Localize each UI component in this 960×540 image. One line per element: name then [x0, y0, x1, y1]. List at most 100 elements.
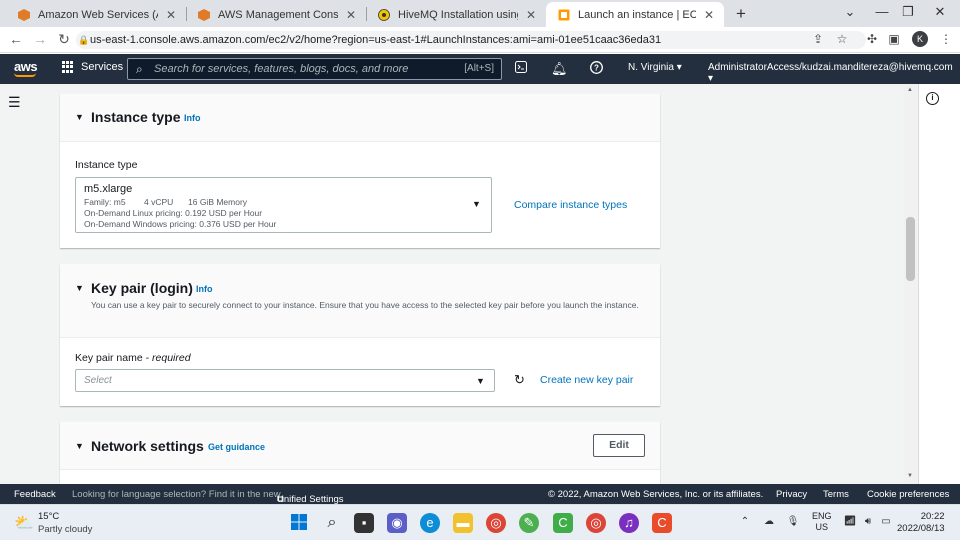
aws-logo-text: aws [14, 59, 38, 74]
tab-title: Amazon Web Services (AWS) [38, 8, 158, 21]
sidepanel-icon[interactable]: ▣ [886, 32, 902, 46]
search-input[interactable] [154, 61, 454, 77]
input-language[interactable]: ENG US [812, 511, 832, 533]
scroll-up-icon[interactable]: ▲ [907, 87, 913, 93]
cloudshell-icon[interactable] [513, 61, 529, 76]
privacy-link[interactable]: Privacy [776, 489, 807, 500]
system-clock[interactable]: 20:22 2022/08/13 [897, 511, 945, 535]
panel-title: Key pair (login) [91, 280, 193, 296]
required-label: required [152, 352, 191, 364]
chrome-icon[interactable]: ◎ [486, 513, 506, 533]
network-settings-panel: ▼ Network settings Get guidance Edit [60, 422, 660, 484]
aws-search-box[interactable]: ⌕ [Alt+S] [127, 58, 502, 80]
svg-text:?: ? [594, 64, 599, 73]
key-pair-name-label: Key pair name - required [75, 352, 191, 364]
region-selector[interactable]: N. Virginia ▾ [628, 62, 682, 73]
partly-cloudy-icon[interactable]: ⛅ [14, 513, 34, 533]
share-icon[interactable]: ⇪ [810, 32, 826, 46]
scrollbar-thumb[interactable] [906, 217, 915, 281]
collapse-caret-icon[interactable]: ▼ [75, 441, 84, 451]
terms-link[interactable]: Terms [823, 489, 849, 500]
window-close-icon[interactable]: ✕ [932, 4, 948, 20]
tray-overflow-icon[interactable]: ⌃ [738, 516, 752, 527]
refresh-icon[interactable]: ↻ [514, 372, 525, 388]
camtasia-recorder-icon[interactable]: C [652, 513, 672, 533]
file-explorer-icon[interactable]: ▬ [453, 513, 473, 533]
services-menu-button[interactable]: Services [62, 61, 123, 73]
notifications-bell-icon[interactable]: 🔔︎ [551, 61, 568, 77]
linux-pricing: On-Demand Linux pricing: 0.192 USD per H… [84, 208, 263, 218]
clock-date: 2022/08/13 [897, 523, 945, 534]
instance-type-label: Instance type [75, 159, 138, 171]
windows-start-icon[interactable] [289, 513, 309, 533]
info-link[interactable]: Info [196, 284, 213, 294]
network-settings-header[interactable]: ▼ Network settings Get guidance Edit [60, 422, 660, 470]
get-guidance-link[interactable]: Get guidance [208, 442, 265, 452]
page-scrollbar[interactable]: ▲ ▼ [904, 84, 917, 484]
onedrive-cloud-icon[interactable]: ☁ [762, 516, 776, 527]
volume-icon[interactable]: 🔊︎ [861, 516, 875, 527]
back-arrow-icon[interactable]: ← [8, 31, 24, 47]
close-icon[interactable]: ✕ [524, 8, 538, 22]
tab-management-console[interactable]: AWS Management Console ✕ [186, 2, 366, 27]
close-icon[interactable]: ✕ [164, 8, 178, 22]
close-icon[interactable]: ✕ [702, 8, 716, 22]
tab-title: HiveMQ Installation using Amaz [398, 8, 518, 21]
wifi-icon[interactable]: 📶︎ [843, 516, 857, 527]
audio-app-icon[interactable]: ♫ [619, 513, 639, 533]
browser-menu-icon[interactable]: ⋮ [938, 32, 954, 46]
info-panel-icon[interactable]: i [926, 92, 939, 105]
hamburger-menu-icon[interactable]: ☰ [8, 94, 21, 111]
region-code: US [815, 522, 829, 532]
create-new-key-pair-link[interactable]: Create new key pair [540, 374, 633, 386]
key-pair-select[interactable]: Select ▼ [75, 369, 495, 392]
extensions-puzzle-icon[interactable]: ✣ [864, 32, 880, 46]
profile-avatar[interactable]: K [912, 31, 928, 47]
compare-instance-types-link[interactable]: Compare instance types [514, 199, 627, 211]
battery-icon[interactable]: ▭ [879, 516, 893, 527]
main-content: ☰ ▼ Instance type Info Instance type m5.… [0, 84, 946, 484]
new-tab-button[interactable]: + [733, 4, 749, 24]
tab-hivemq-installation[interactable]: HiveMQ Installation using Amaz ✕ [366, 2, 546, 27]
collapse-caret-icon[interactable]: ▼ [75, 283, 84, 293]
instance-type-panel: ▼ Instance type Info Instance type m5.xl… [60, 94, 660, 248]
aws-cube-icon [198, 8, 210, 21]
scroll-down-icon[interactable]: ▼ [907, 473, 913, 479]
instance-type-header[interactable]: ▼ Instance type Info [60, 94, 660, 142]
feedback-link[interactable]: Feedback [14, 489, 56, 500]
task-view-icon[interactable]: ▪ [354, 513, 374, 533]
aws-cube-icon [18, 8, 30, 21]
instance-type-select[interactable]: m5.xlarge Family: m5 4 vCPU 16 GiB Memor… [75, 177, 492, 233]
bookmark-star-icon[interactable]: ☆ [834, 32, 850, 46]
cookie-preferences-link[interactable]: Cookie preferences [867, 489, 949, 500]
camtasia-icon[interactable]: C [553, 513, 573, 533]
address-bar-row: ← → ↻ 🔒 us-east-1.console.aws.amazon.com… [0, 27, 960, 53]
edge-browser-icon[interactable]: e [420, 513, 440, 533]
tab-search-icon[interactable]: ⌄ [842, 4, 858, 20]
tab-aws-home[interactable]: Amazon Web Services (AWS) ✕ [6, 2, 186, 27]
restore-icon[interactable]: ❐ [900, 4, 916, 20]
collapse-caret-icon[interactable]: ▼ [75, 112, 84, 122]
evernote-icon[interactable]: ✎ [519, 513, 539, 533]
close-icon[interactable]: ✕ [344, 8, 358, 22]
reload-icon[interactable]: ↻ [56, 31, 72, 48]
url-text: us-east-1.console.aws.amazon.com/ec2/v2/… [90, 34, 662, 46]
microphone-icon[interactable]: 🎙︎ [786, 516, 800, 527]
clock-time: 20:22 [920, 511, 945, 522]
info-link[interactable]: Info [184, 113, 201, 123]
chrome-profile-icon[interactable]: ◎ [586, 513, 606, 533]
url-bar[interactable]: 🔒 us-east-1.console.aws.amazon.com/ec2/v… [76, 31, 866, 49]
weather-condition: Partly cloudy [38, 524, 93, 535]
forward-arrow-icon[interactable]: → [32, 31, 48, 47]
minimize-icon[interactable]: — [874, 4, 890, 19]
aws-logo[interactable]: aws [14, 59, 38, 77]
key-pair-header[interactable]: ▼ Key pair (login) Info You can use a ke… [60, 264, 660, 338]
tab-launch-instance[interactable]: Launch an instance | EC2 Manag ✕ [546, 2, 724, 27]
account-menu[interactable]: AdministratorAccess/kudzai.manditereza@h… [708, 62, 960, 84]
ec2-icon [558, 9, 570, 21]
teams-chat-icon[interactable]: ◉ [387, 513, 407, 533]
taskbar-search-icon[interactable]: ⌕ [322, 513, 342, 533]
help-icon[interactable]: ? [588, 61, 604, 77]
edit-button[interactable]: Edit [593, 434, 645, 457]
dropdown-arrow-icon: ▼ [476, 376, 485, 386]
